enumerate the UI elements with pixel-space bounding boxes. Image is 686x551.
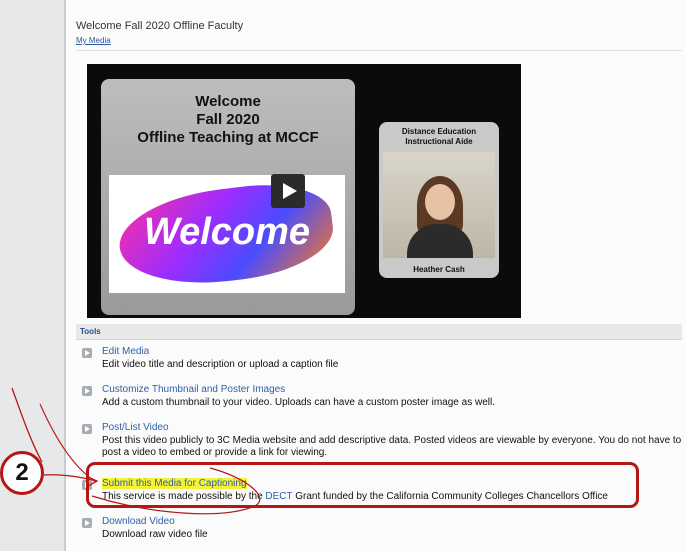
video-player[interactable]: Welcome Fall 2020 Offline Teaching at MC… bbox=[87, 64, 521, 318]
page-title: Welcome Fall 2020 Offline Faculty bbox=[76, 20, 244, 32]
aide-title-line-1: Distance Education bbox=[401, 127, 477, 136]
presenter-face bbox=[425, 184, 455, 220]
tools-section-header: Tools bbox=[76, 324, 682, 340]
instructional-aide-panel: Distance Education Instructional Aide He… bbox=[379, 122, 499, 278]
aide-name: Heather Cash bbox=[413, 265, 465, 274]
slide-heading: Welcome Fall 2020 Offline Teaching at MC… bbox=[101, 93, 355, 147]
post-list-video-description: Post this video publicly to 3C Media web… bbox=[102, 435, 682, 458]
welcome-art-text: Welcome bbox=[143, 211, 311, 253]
download-video-description: Download raw video file bbox=[102, 529, 208, 540]
arrow-icon bbox=[82, 424, 92, 434]
arrow-icon bbox=[82, 518, 92, 528]
edit-media-description: Edit video title and description or uplo… bbox=[102, 359, 339, 370]
header-divider bbox=[76, 50, 682, 51]
slide-heading-line-1: Welcome bbox=[195, 93, 261, 110]
play-icon[interactable] bbox=[271, 174, 305, 208]
post-list-video-link[interactable]: Post/List Video bbox=[102, 422, 169, 433]
arrow-icon bbox=[82, 386, 92, 396]
annotation-highlight-box bbox=[86, 462, 639, 508]
aide-title: Distance Education Instructional Aide bbox=[379, 127, 499, 147]
aide-title-line-2: Instructional Aide bbox=[405, 137, 473, 146]
download-video-link[interactable]: Download Video bbox=[102, 516, 175, 527]
arrow-icon bbox=[82, 348, 92, 358]
step-number-badge: 2 bbox=[0, 451, 44, 495]
slide-heading-line-2: Fall 2020 bbox=[196, 111, 260, 128]
slide-heading-line-3: Offline Teaching at MCCF bbox=[137, 129, 319, 146]
webcam-feed bbox=[383, 152, 495, 258]
my-media-link[interactable]: My Media bbox=[76, 36, 111, 45]
customize-thumbnail-description: Add a custom thumbnail to your video. Up… bbox=[102, 397, 495, 408]
customize-thumbnail-link[interactable]: Customize Thumbnail and Poster Images bbox=[102, 384, 285, 395]
welcome-slide: Welcome Fall 2020 Offline Teaching at MC… bbox=[101, 79, 355, 315]
welcome-artwork: Welcome bbox=[109, 175, 345, 294]
edit-media-link[interactable]: Edit Media bbox=[102, 346, 149, 357]
